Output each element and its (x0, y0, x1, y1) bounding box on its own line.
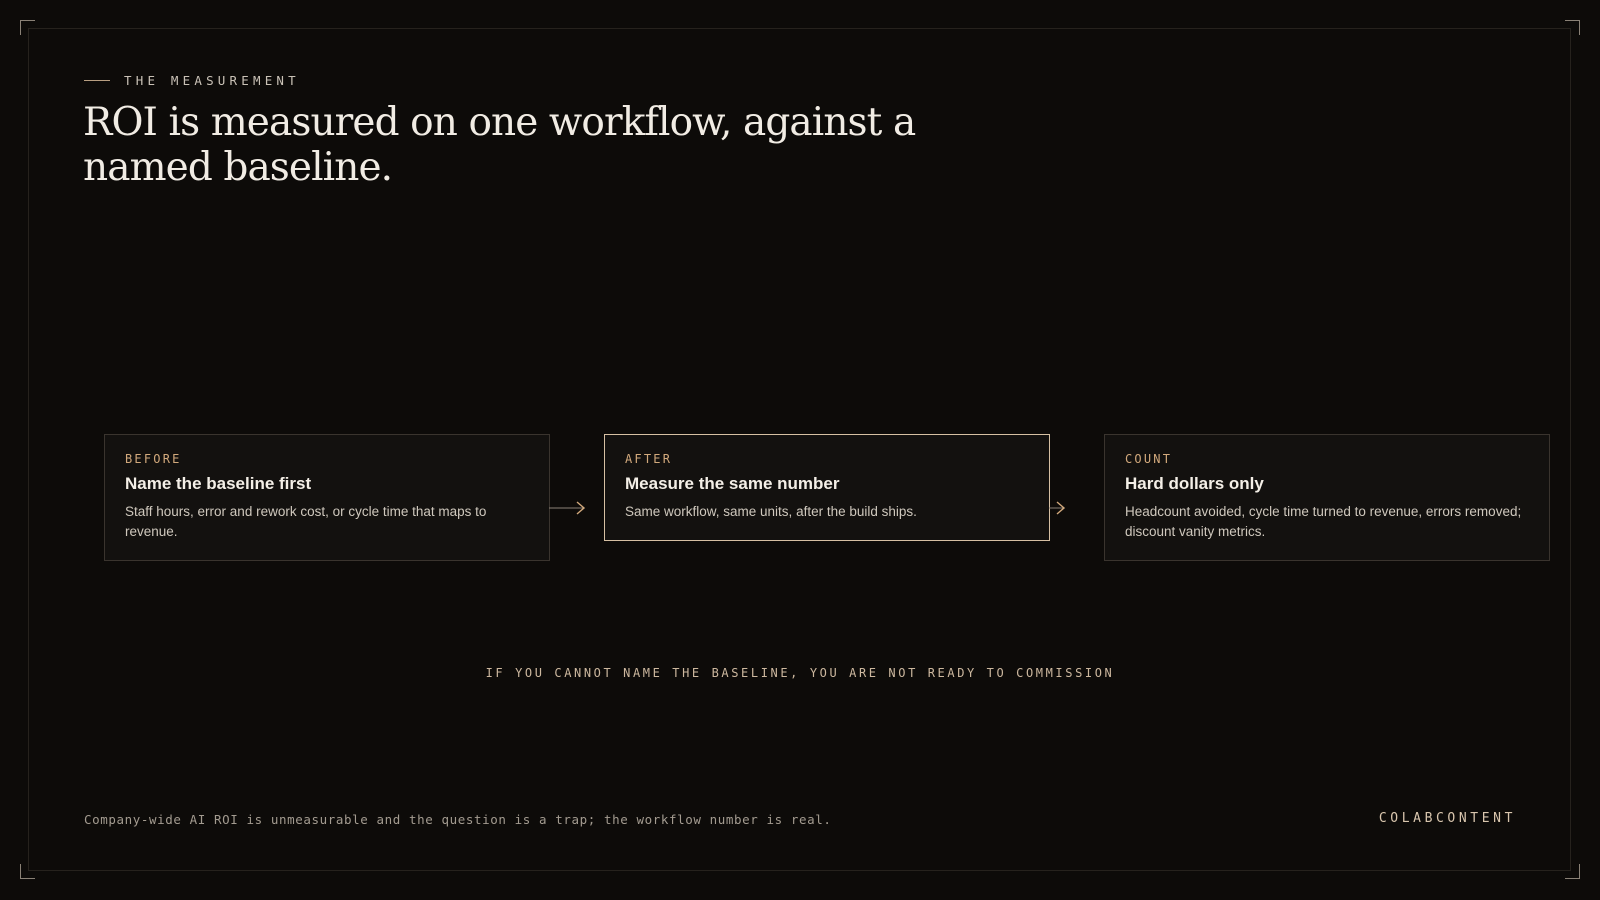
step-kicker: COUNT (1125, 452, 1173, 466)
step-heading: Hard dollars only (1125, 474, 1264, 493)
step-kicker: BEFORE (125, 452, 182, 466)
corner-mark-bottom-left (20, 864, 35, 879)
step-card-count: COUNT Hard dollars only Headcount avoide… (1104, 434, 1550, 561)
step-body: Same workflow, same units, after the bui… (625, 504, 917, 519)
slide-title: ROI is measured on one workflow, against… (83, 100, 916, 190)
eyebrow-label: THE MEASUREMENT (124, 73, 300, 88)
step-heading: Measure the same number (625, 474, 840, 493)
arrow-right-icon (549, 501, 586, 515)
footer-note: Company-wide AI ROI is unmeasurable and … (84, 812, 832, 827)
brand-wordmark: COLABCONTENT (1378, 811, 1516, 826)
step-card-after: AFTER Measure the same number Same workf… (604, 434, 1050, 541)
corner-mark-bottom-right (1565, 864, 1580, 879)
section-eyebrow: THE MEASUREMENT (84, 73, 300, 88)
step-body: Headcount avoided, cycle time turned to … (1125, 504, 1522, 539)
step-card-before: BEFORE Name the baseline first Staff hou… (104, 434, 550, 561)
callout-text: IF YOU CANNOT NAME THE BASELINE, YOU ARE… (485, 666, 1115, 680)
step-kicker: AFTER (625, 452, 673, 466)
step-heading: Name the baseline first (125, 474, 312, 493)
arrow-right-icon (1049, 501, 1066, 515)
corner-mark-top-right (1565, 20, 1580, 35)
corner-mark-top-left (20, 20, 35, 35)
step-body: Staff hours, error and rework cost, or c… (125, 504, 487, 539)
eyebrow-rule (84, 80, 110, 81)
